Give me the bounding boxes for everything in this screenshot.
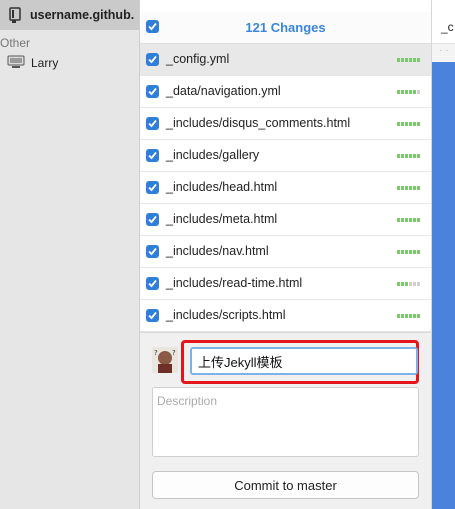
diff-content-area	[432, 62, 455, 509]
file-row[interactable]: _includes/read-time.html	[140, 268, 431, 300]
file-name: _includes/nav.html	[166, 244, 269, 258]
file-name: _includes/gallery	[166, 148, 260, 162]
diff-stat-bar	[397, 314, 420, 318]
file-name: _includes/head.html	[166, 180, 278, 194]
file-row[interactable]: _includes/disqus_comments.html	[140, 108, 431, 140]
commit-area: ? ? Commit to master	[140, 332, 431, 509]
diff-stat-bar	[397, 250, 420, 254]
diff-stat-bar	[397, 154, 420, 158]
repository-sidebar: username.github.io Other Larry	[0, 0, 140, 509]
file-checkbox[interactable]	[146, 213, 159, 226]
file-row[interactable]: _config.yml	[140, 44, 431, 76]
file-checkbox[interactable]	[146, 309, 159, 322]
section-header-other: Other	[0, 36, 31, 50]
diff-stat-bar	[397, 122, 420, 126]
diff-pane: _c ··	[432, 0, 455, 509]
file-name: _includes/read-time.html	[166, 276, 303, 290]
commit-summary-input[interactable]	[190, 347, 418, 375]
changes-header: 121 Changes	[140, 12, 431, 44]
file-row[interactable]: _includes/gallery	[140, 140, 431, 172]
sidebar-item-active-repo[interactable]: username.github.io	[0, 0, 139, 30]
sidebar-item-larry[interactable]: Larry	[0, 50, 139, 74]
sidebar-item-label: Larry	[31, 56, 59, 70]
file-name: _includes/scripts.html	[166, 308, 286, 322]
file-name: _data/navigation.yml	[166, 84, 281, 98]
file-checkbox[interactable]	[146, 277, 159, 290]
file-checkbox[interactable]	[146, 245, 159, 258]
file-row[interactable]: _includes/scripts.html	[140, 300, 431, 332]
diff-pane-header: _c	[432, 12, 455, 44]
file-row[interactable]: _includes/meta.html	[140, 204, 431, 236]
file-row[interactable]: _includes/nav.html	[140, 236, 431, 268]
repo-icon	[9, 7, 21, 23]
diff-hunk-separator: ··	[432, 44, 455, 62]
file-name: _includes/disqus_comments.html	[166, 116, 351, 130]
computer-icon	[7, 55, 25, 69]
file-name: _includes/meta.html	[166, 212, 278, 226]
sidebar-item-label: username.github.io	[30, 8, 135, 22]
file-checkbox[interactable]	[146, 149, 159, 162]
commit-description-field[interactable]	[152, 387, 419, 457]
svg-text:?: ?	[154, 349, 158, 357]
diff-stat-bar	[397, 186, 420, 190]
diff-stat-bar	[397, 282, 420, 286]
file-checkbox[interactable]	[146, 53, 159, 66]
file-checkbox[interactable]	[146, 85, 159, 98]
diff-pane-title: _c	[441, 20, 454, 34]
svg-text:?: ?	[172, 349, 176, 357]
file-row[interactable]: _data/navigation.yml	[140, 76, 431, 108]
file-row[interactable]: _includes/head.html	[140, 172, 431, 204]
changes-count-title: 121 Changes	[245, 20, 326, 35]
file-checkbox[interactable]	[146, 117, 159, 130]
file-checkbox[interactable]	[146, 181, 159, 194]
diff-stat-bar	[397, 90, 420, 94]
diff-stat-bar	[397, 58, 420, 62]
commit-button[interactable]: Commit to master	[152, 471, 419, 499]
user-avatar: ? ?	[152, 347, 178, 373]
changes-panel: 121 Changes _config.yml _data/navigation.…	[140, 0, 432, 509]
diff-stat-bar	[397, 218, 420, 222]
file-name: _config.yml	[166, 52, 230, 66]
